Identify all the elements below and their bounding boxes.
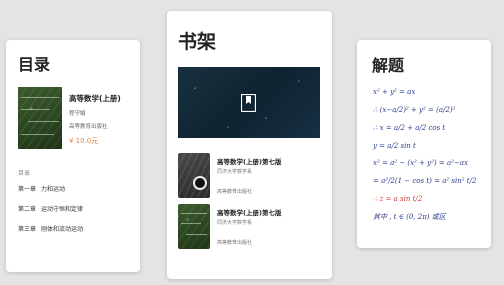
shelf-book-title[interactable]: 高等数学(上册)第七版	[217, 156, 281, 166]
solution-line: ∴ z = a sin t/2	[373, 195, 423, 203]
catalog-card[interactable]: 目录 高等数学(上册) 程守娟 高等教育出版社 ¥ 10.0元 目录 第一章 力和…	[6, 40, 140, 272]
book-cover[interactable]	[18, 87, 62, 149]
solution-line: ∴ x = a/2 + a/2 cos t	[373, 124, 446, 132]
solution-line: x² = a² − (x² + y²) = a²−ax	[373, 159, 468, 167]
chapter-number: 第三章	[18, 226, 37, 233]
book-author: 程守娟	[69, 111, 86, 117]
bookmark-icon	[241, 94, 256, 112]
chapter-title: 刚体和流动运动	[41, 226, 84, 233]
solution-line: 其中 , t ∈ (0, 2π) 或区	[373, 213, 446, 221]
solution-line: y = a/2 sin t	[373, 142, 416, 150]
book-price: ¥ 10.0元	[69, 137, 99, 145]
book-publisher: 高等教育出版社	[69, 124, 108, 130]
solution-card[interactable]: 解题 x² + y² = ax ∴ (x−a/2)² + y² = (a/2)²…	[357, 40, 491, 248]
solution-line: ∴ (x−a/2)² + y² = (a/2)²	[373, 106, 456, 114]
chapter-title: 力和运动	[41, 186, 66, 193]
shelf-book-cover[interactable]	[178, 153, 210, 198]
toc-label: 目录	[18, 170, 31, 177]
shelf-book-title[interactable]: 高等数学(上册)第七版	[217, 207, 281, 217]
bookshelf-card[interactable]: 书架 高等数学(上册)第七版 同济大学数学系 高等教育出版社 高等数学(上册)第…	[167, 11, 332, 279]
catalog-title: 目录	[18, 55, 51, 74]
chapter-title: 运动守恒和定律	[41, 206, 84, 213]
book-title: 高等数学(上册)	[69, 94, 121, 103]
shelf-book-school: 同济大学数学系	[217, 169, 253, 175]
chapter-item[interactable]: 第二章 运动守恒和定律	[18, 204, 83, 213]
chapter-number: 第二章	[18, 206, 37, 213]
bookshelf-banner[interactable]	[178, 67, 320, 138]
chapter-item[interactable]: 第一章 力和运动	[18, 184, 65, 193]
bookshelf-title: 书架	[178, 31, 217, 53]
solution-title: 解题	[372, 56, 405, 75]
shelf-book-publisher: 高等教育出版社	[217, 189, 253, 195]
chapter-number: 第一章	[18, 186, 37, 193]
shelf-book-publisher: 高等教育出版社	[217, 240, 253, 246]
solution-line: x² + y² = ax	[373, 88, 416, 96]
chapter-item[interactable]: 第三章 刚体和流动运动	[18, 224, 83, 233]
shelf-book-cover[interactable]	[178, 204, 210, 249]
solution-line: = a²/2(1 − cos t) = a² sin² t/2	[373, 177, 477, 185]
shelf-book-school: 同济大学数学系	[217, 220, 253, 226]
